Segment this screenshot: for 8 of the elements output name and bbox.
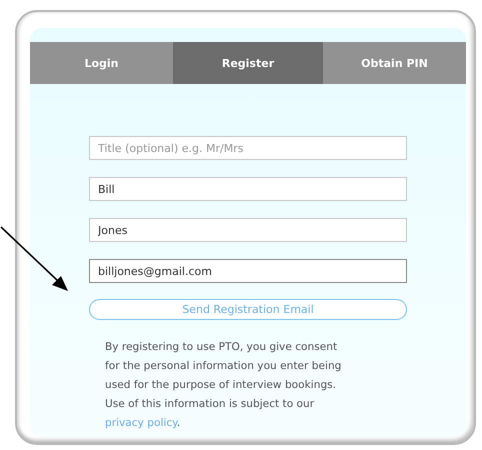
tab[interactable]: Login — [30, 42, 173, 84]
input-field[interactable]: Bill — [89, 177, 407, 201]
consent-text: By registering to use PTO, you give consent for the personal information you enter being used for the purpose of interview bookings. Use of this information is subject to our privacy policy. — [105, 340, 342, 431]
tab[interactable]: Obtain PIN — [323, 42, 466, 84]
input-field[interactable]: Title (optional) e.g. Mr/Mrs — [89, 136, 407, 160]
input-field[interactable]: billjones@gmail.com — [89, 259, 407, 283]
arrow-icon — [0, 226, 68, 291]
tab[interactable]: Register — [173, 42, 323, 84]
